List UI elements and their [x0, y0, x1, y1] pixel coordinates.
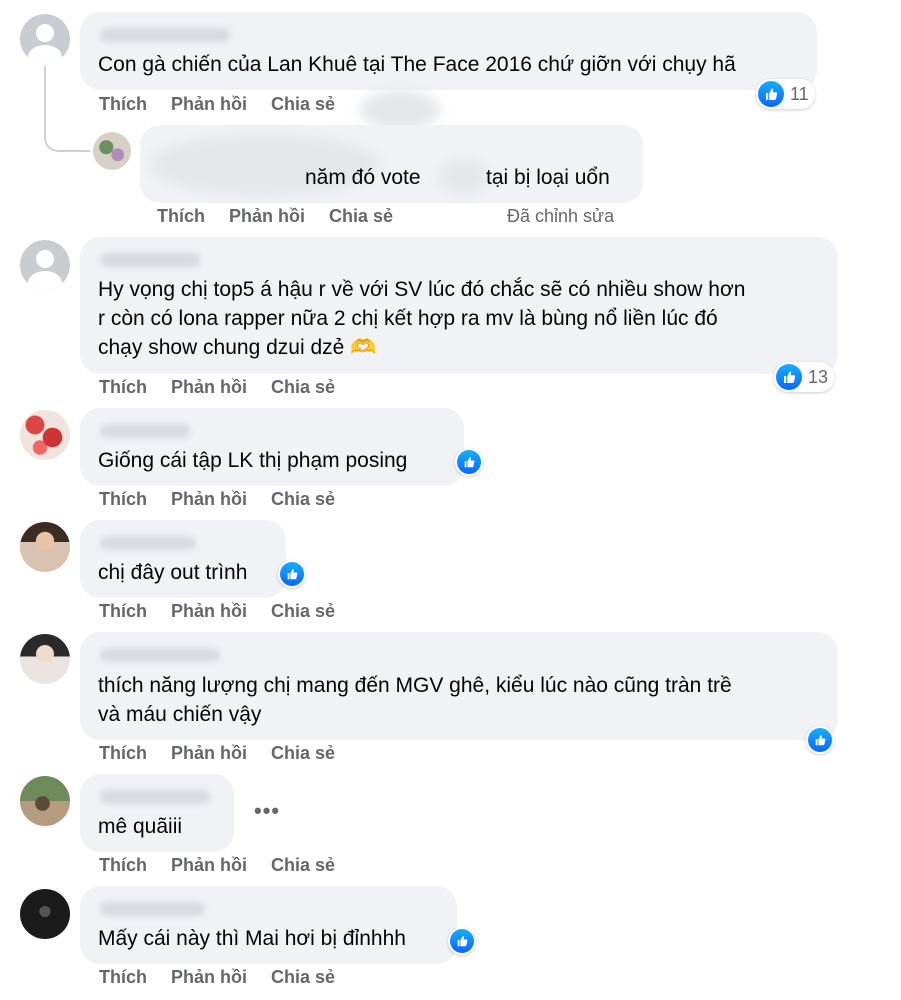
reaction-count: 11 [790, 83, 809, 104]
share-button[interactable]: Chia sẻ [271, 377, 335, 398]
reply-button[interactable]: Phản hồi [171, 601, 247, 622]
share-button[interactable]: Chia sẻ [271, 967, 335, 988]
reply-button[interactable]: Phản hồi [171, 94, 247, 115]
reaction-badge[interactable] [278, 560, 306, 588]
reply-button[interactable]: Phản hồi [171, 967, 247, 988]
blurred-region [360, 90, 440, 130]
reply-button[interactable]: Phản hồi [171, 489, 247, 510]
comment-text: Giống cái tập LK thị phạm posing [98, 449, 408, 472]
thumbs-up-icon [776, 364, 802, 390]
avatar[interactable] [20, 776, 70, 826]
avatar[interactable] [20, 410, 70, 460]
thumbs-up-icon [758, 81, 784, 107]
like-button[interactable]: Thích [99, 743, 147, 764]
comment-text: Mấy cái này thì Mai hơi bị đỉnhhh [98, 927, 406, 950]
like-button[interactable]: Thích [99, 601, 147, 622]
avatar[interactable] [20, 14, 70, 64]
avatar[interactable] [20, 634, 70, 684]
reaction-badge[interactable] [806, 726, 834, 754]
thumbs-up-icon [280, 562, 304, 586]
reply-button[interactable]: Phản hồi [171, 377, 247, 398]
comment-actions: Thích Phản hồi Chia sẻ [157, 206, 417, 227]
commenter-name[interactable] [100, 648, 220, 662]
comment-text-line-1: Hy vọng chị top5 á hậu r về với SV lúc đ… [98, 278, 746, 301]
share-button[interactable]: Chia sẻ [271, 489, 335, 510]
reaction-count-badge[interactable]: 13 [774, 362, 835, 392]
edited-label: Đã chỉnh sửa [507, 206, 615, 226]
comment-actions: Thích Phản hồi Chia sẻ [99, 967, 359, 988]
reaction-badge[interactable] [455, 448, 483, 476]
like-button[interactable]: Thích [99, 967, 147, 988]
reaction-count: 13 [808, 366, 829, 387]
comment-text-line-1: thích năng lượng chị mang đến MGV ghê, k… [98, 674, 732, 697]
commenter-name[interactable] [100, 424, 190, 438]
comment-text: năm đó vote [305, 166, 421, 189]
like-button[interactable]: Thích [157, 206, 205, 227]
comment-actions: Thích Phản hồi Chia sẻ [99, 94, 359, 115]
thumbs-up-icon [808, 728, 832, 752]
comment-text-line-3: chạy show chung dzui dzẻ 🫶 [98, 336, 377, 359]
commenter-name[interactable] [100, 536, 196, 550]
share-button[interactable]: Chia sẻ [329, 206, 393, 227]
comment-text-continued: tại bị loại uổn [486, 166, 610, 189]
avatar[interactable] [20, 240, 70, 290]
share-button[interactable]: Chia sẻ [271, 601, 335, 622]
avatar[interactable] [20, 889, 70, 939]
reply-button[interactable]: Phản hồi [171, 743, 247, 764]
share-button[interactable]: Chia sẻ [271, 743, 335, 764]
comment-text: Con gà chiến của Lan Khuê tại The Face 2… [98, 53, 736, 76]
thread-connector [44, 66, 90, 152]
commenter-name[interactable] [100, 902, 205, 916]
comment-text-line-2: r còn có lona rapper nữa 2 chị kết hợp r… [98, 307, 718, 330]
comment-actions: Thích Phản hồi Chia sẻ [99, 489, 359, 510]
comment-text: mê quãiii [98, 815, 183, 838]
thumbs-up-icon [457, 450, 481, 474]
comment-actions: Thích Phản hồi Chia sẻ [99, 601, 359, 622]
reaction-badge[interactable] [448, 927, 476, 955]
comment-text-line-2: và máu chiến vậy [98, 703, 262, 726]
comment-actions: Thích Phản hồi Chia sẻ [99, 377, 359, 398]
thumbs-up-icon [450, 929, 474, 953]
comment-actions: Thích Phản hồi Chia sẻ [99, 743, 359, 764]
like-button[interactable]: Thích [99, 855, 147, 876]
avatar[interactable] [93, 132, 131, 170]
more-dots-icon[interactable]: ••• [254, 798, 280, 824]
share-button[interactable]: Chia sẻ [271, 855, 335, 876]
commenter-name[interactable] [100, 790, 210, 804]
share-button[interactable]: Chia sẻ [271, 94, 335, 115]
commenter-name[interactable] [100, 28, 230, 42]
reply-button[interactable]: Phản hồi [229, 206, 305, 227]
like-button[interactable]: Thích [99, 489, 147, 510]
commenter-name[interactable] [100, 253, 200, 267]
avatar[interactable] [20, 522, 70, 572]
comment-text: chị đây out trình [98, 561, 248, 584]
blurred-word [440, 160, 488, 194]
like-button[interactable]: Thích [99, 377, 147, 398]
reply-button[interactable]: Phản hồi [171, 855, 247, 876]
reaction-count-badge[interactable]: 11 [756, 79, 815, 109]
comment-actions: Thích Phản hồi Chia sẻ [99, 855, 359, 876]
like-button[interactable]: Thích [99, 94, 147, 115]
